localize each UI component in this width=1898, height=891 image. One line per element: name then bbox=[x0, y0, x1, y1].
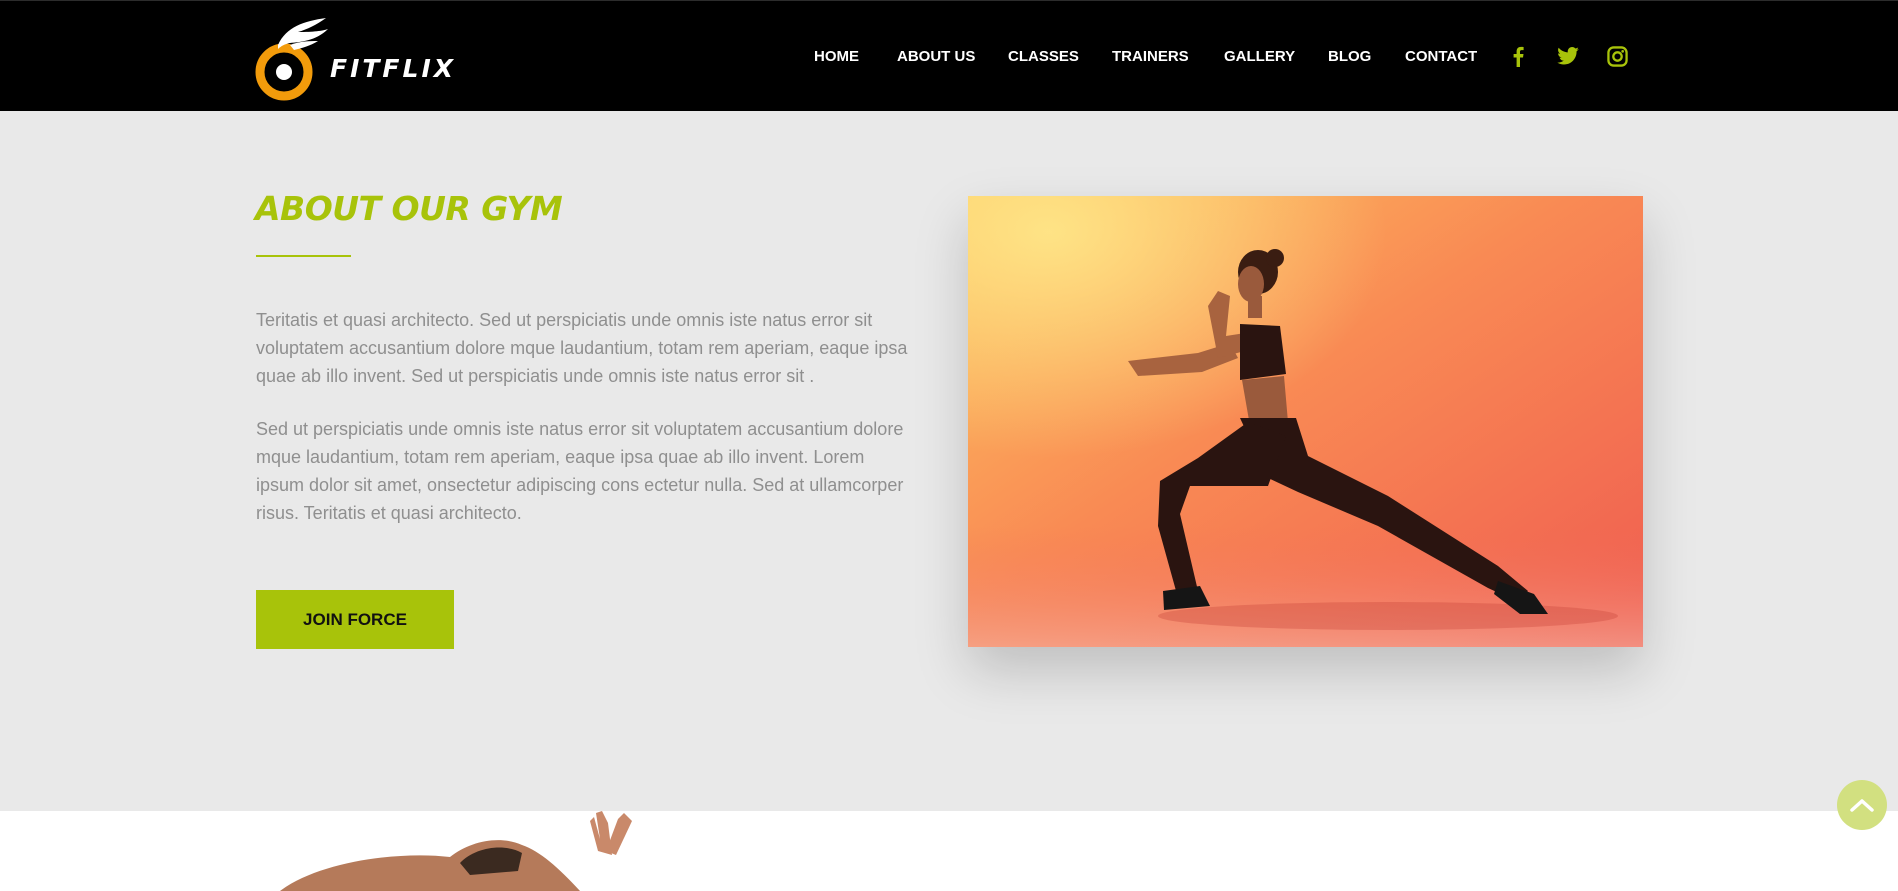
brand-name: FITFLIX bbox=[330, 54, 457, 83]
logo-icon bbox=[255, 18, 328, 101]
instagram-icon bbox=[1606, 45, 1628, 67]
brand-logo[interactable]: FITFLIX bbox=[254, 15, 459, 101]
nav-home[interactable]: HOME bbox=[814, 47, 859, 67]
about-paragraph-1: Teritatis et quasi architecto. Sed ut pe… bbox=[256, 310, 908, 386]
join-force-button[interactable]: JOIN FORCE bbox=[256, 590, 454, 649]
nav-trainers[interactable]: TRAINERS bbox=[1112, 47, 1189, 67]
instagram-link[interactable] bbox=[1606, 45, 1628, 67]
twitter-link[interactable] bbox=[1557, 45, 1579, 67]
nav-about-us[interactable]: ABOUT US bbox=[897, 47, 975, 67]
nav-gallery[interactable]: GALLERY bbox=[1224, 47, 1295, 67]
twitter-icon bbox=[1557, 47, 1579, 65]
chevron-up-icon bbox=[1850, 799, 1874, 812]
about-photo bbox=[968, 196, 1643, 647]
nav-classes[interactable]: CLASSES bbox=[1008, 47, 1079, 67]
site-header: FITFLIX HOME ABOUT US CLASSES TRAINERS G… bbox=[0, 0, 1898, 111]
nav-blog[interactable]: BLOG bbox=[1328, 47, 1371, 67]
title-underline bbox=[256, 255, 351, 257]
nav-contact[interactable]: CONTACT bbox=[1405, 47, 1477, 67]
athlete-image-preview bbox=[280, 811, 632, 891]
about-section: ABOUT OUR GYM Teritatis et quasi archite… bbox=[0, 111, 1898, 811]
about-paragraph-2: Sed ut perspiciatis unde omnis iste natu… bbox=[256, 419, 904, 523]
next-section bbox=[0, 811, 1898, 891]
facebook-icon bbox=[1513, 46, 1524, 67]
about-title: ABOUT OUR GYM bbox=[255, 189, 563, 228]
scroll-top-button[interactable] bbox=[1837, 780, 1887, 830]
facebook-link[interactable] bbox=[1507, 45, 1529, 67]
woman-stretch-image bbox=[968, 196, 1643, 647]
